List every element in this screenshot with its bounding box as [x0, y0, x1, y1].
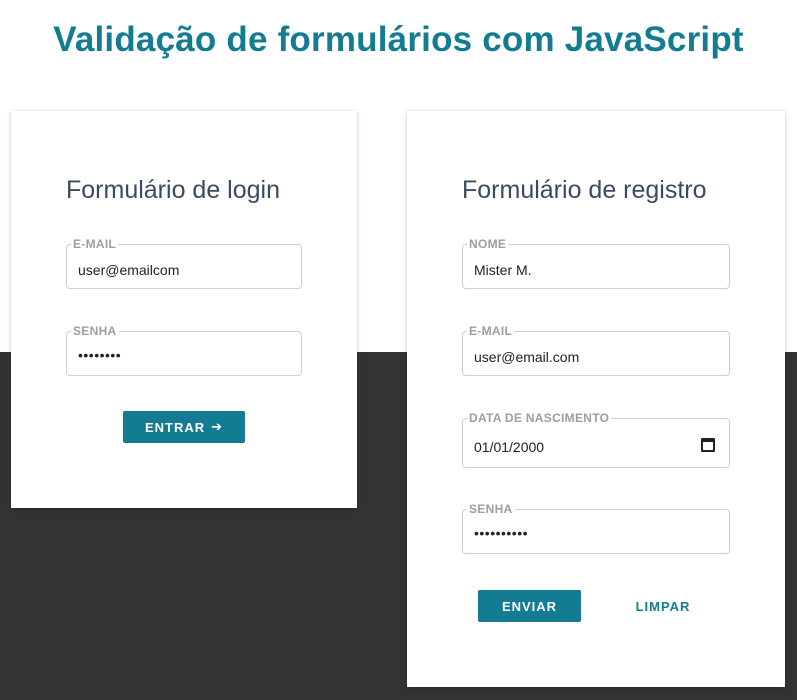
- register-name-value[interactable]: Mister M.: [474, 261, 532, 279]
- login-password-field[interactable]: SENHA ••••••••: [66, 323, 302, 376]
- register-card: Formulário de registro NOME Mister M. E-…: [407, 111, 785, 687]
- register-submit-button[interactable]: ENVIAR: [478, 590, 581, 622]
- register-birthdate-label: DATA DE NASCIMENTO: [467, 410, 612, 426]
- register-name-field[interactable]: NOME Mister M.: [462, 236, 730, 289]
- register-password-label: SENHA: [467, 501, 515, 517]
- register-submit-label: ENVIAR: [501, 598, 558, 614]
- register-email-field[interactable]: E-MAIL user@email.com: [462, 323, 730, 376]
- register-birthdate-field[interactable]: DATA DE NASCIMENTO 01/01/2000: [462, 410, 730, 468]
- register-password-value[interactable]: ••••••••••: [474, 524, 528, 542]
- register-clear-button[interactable]: LIMPAR: [621, 590, 705, 622]
- register-email-label: E-MAIL: [467, 323, 515, 339]
- register-birthdate-value[interactable]: 01/01/2000: [474, 438, 544, 456]
- login-submit-button[interactable]: ENTRAR ➔: [123, 411, 245, 443]
- login-submit-label: ENTRAR: [144, 419, 206, 435]
- login-password-label: SENHA: [71, 323, 119, 339]
- calendar-icon[interactable]: [701, 438, 715, 452]
- login-email-field[interactable]: E-MAIL user@emailcom: [66, 236, 302, 289]
- login-email-label: E-MAIL: [71, 236, 119, 252]
- login-password-value[interactable]: ••••••••: [78, 346, 121, 364]
- arrow-right-icon: ➔: [211, 419, 224, 434]
- register-clear-label: LIMPAR: [635, 598, 691, 614]
- register-password-field[interactable]: SENHA ••••••••••: [462, 501, 730, 554]
- register-name-label: NOME: [467, 236, 509, 252]
- page-title: Validação de formulários com JavaScript: [53, 20, 744, 59]
- login-title: Formulário de login: [66, 176, 280, 204]
- login-card: Formulário de login E-MAIL user@emailcom…: [11, 111, 357, 508]
- login-email-value[interactable]: user@emailcom: [78, 261, 179, 279]
- register-title: Formulário de registro: [462, 176, 707, 204]
- register-email-value[interactable]: user@email.com: [474, 348, 579, 366]
